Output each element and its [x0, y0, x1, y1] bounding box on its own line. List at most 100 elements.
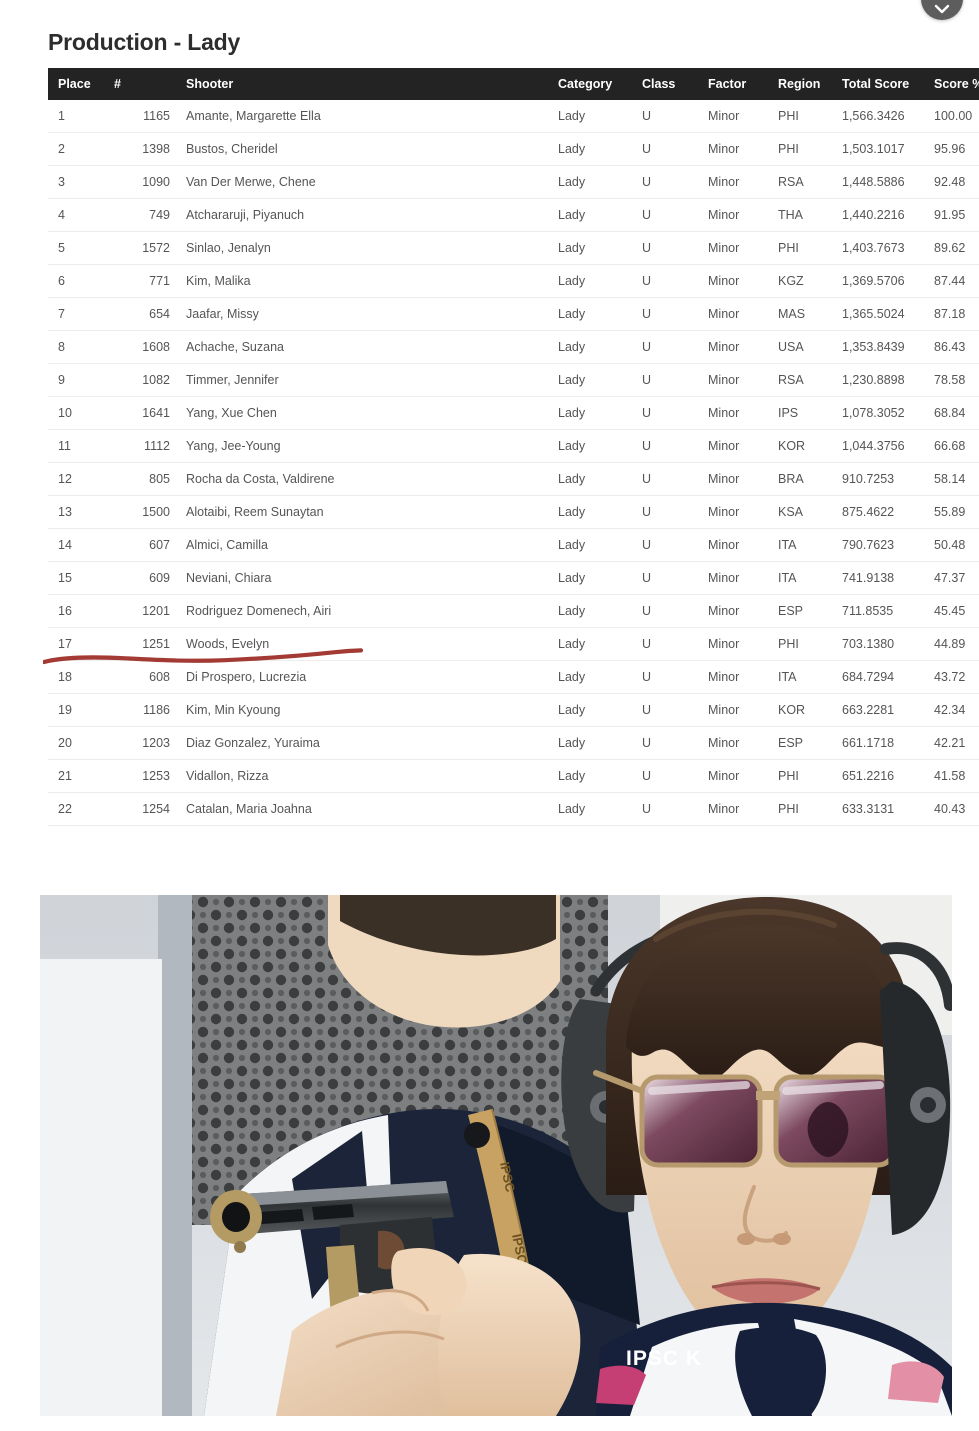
cell-score-pct: 47.37 — [934, 561, 979, 595]
cell-total-score: 1,440.2216 — [842, 198, 934, 232]
column-header-number[interactable]: # — [110, 68, 178, 100]
cell-shooter: Kim, Malika — [178, 264, 558, 298]
table-row[interactable]: 2 1398 Bustos, Cheridel Lady U Minor PHI 1,503.… — [48, 132, 979, 166]
cell-shooter: Bustos, Cheridel — [178, 132, 558, 166]
cell-score-pct: 66.68 — [934, 429, 979, 463]
cell-region: PHI — [778, 132, 842, 166]
cell-factor: Minor — [708, 231, 778, 265]
cell-score-pct: 43.72 — [934, 660, 979, 694]
table-row[interactable]: 6 771 Kim, Malika Lady U Minor KGZ 1,369.5706 87… — [48, 264, 979, 298]
cell-region: RSA — [778, 165, 842, 199]
cell-factor: Minor — [708, 693, 778, 727]
cell-factor: Minor — [708, 726, 778, 760]
table-row[interactable]: 22 1254 Catalan, Maria Joahna Lady U Minor PHI… — [48, 792, 979, 826]
table-row[interactable]: 15 609 Neviani, Chiara Lady U Minor ITA 741.913… — [48, 561, 979, 595]
cell-class: U — [642, 627, 708, 661]
table-row[interactable]: 9 1082 Timmer, Jennifer Lady U Minor RSA 1,230.… — [48, 363, 979, 397]
cell-region: KOR — [778, 693, 842, 727]
cell-place: 10 — [48, 396, 110, 430]
cell-factor: Minor — [708, 462, 778, 496]
shooter-photo: IPSC IPSC IPSC K — [40, 895, 952, 1416]
cell-category: Lady — [558, 561, 642, 595]
cell-place: 8 — [48, 330, 110, 364]
cell-shooter: Van Der Merwe, Chene — [178, 165, 558, 199]
cell-category: Lady — [558, 693, 642, 727]
column-header-class[interactable]: Class — [642, 68, 708, 100]
cell-factor: Minor — [708, 660, 778, 694]
cell-score-pct: 78.58 — [934, 363, 979, 397]
table-row[interactable]: 10 1641 Yang, Xue Chen Lady U Minor IPS 1,078.3… — [48, 396, 979, 430]
column-header-place[interactable]: Place — [48, 68, 110, 100]
cell-category: Lady — [558, 132, 642, 166]
cell-total-score: 1,503.1017 — [842, 132, 934, 166]
cell-total-score: 1,078.3052 — [842, 396, 934, 430]
table-row[interactable]: 3 1090 Van Der Merwe, Chene Lady U Minor RSA 1,… — [48, 165, 979, 199]
cell-number: 1251 — [110, 627, 178, 661]
cell-number: 1641 — [110, 396, 178, 430]
cell-region: KGZ — [778, 264, 842, 298]
cell-number: 1186 — [110, 693, 178, 727]
table-row[interactable]: 11 1112 Yang, Jee-Young Lady U Minor KOR 1,044.… — [48, 429, 979, 463]
table-row[interactable]: 5 1572 Sinlao, Jenalyn Lady U Minor PHI 1,403.7… — [48, 231, 979, 265]
cell-score-pct: 68.84 — [934, 396, 979, 430]
cell-class: U — [642, 561, 708, 595]
cell-score-pct: 86.43 — [934, 330, 979, 364]
cell-factor: Minor — [708, 100, 778, 133]
column-header-factor[interactable]: Factor — [708, 68, 778, 100]
table-row[interactable]: 4 749 Atchararuji, Piyanuch Lady U Minor THA 1,… — [48, 198, 979, 232]
cell-total-score: 663.2281 — [842, 693, 934, 727]
cell-class: U — [642, 429, 708, 463]
table-row[interactable]: 7 654 Jaafar, Missy Lady U Minor MAS 1,365.5024… — [48, 297, 979, 331]
table-row[interactable]: 18 608 Di Prospero, Lucrezia Lady U Minor ITA 6… — [48, 660, 979, 694]
cell-place: 22 — [48, 792, 110, 826]
cell-category: Lady — [558, 264, 642, 298]
cell-number: 1253 — [110, 759, 178, 793]
cell-category: Lady — [558, 429, 642, 463]
cell-number: 1500 — [110, 495, 178, 529]
cell-score-pct: 40.43 — [934, 792, 979, 826]
cell-number: 609 — [110, 561, 178, 595]
column-header-total-score[interactable]: Total Score — [842, 68, 934, 100]
cell-total-score: 1,403.7673 — [842, 231, 934, 265]
cell-total-score: 790.7623 — [842, 528, 934, 562]
cell-number: 607 — [110, 528, 178, 562]
table-row[interactable]: 12 805 Rocha da Costa, Valdirene Lady U Minor… — [48, 462, 979, 496]
table-row[interactable]: 1 1165 Amante, Margarette Ella Lady U Minor PH… — [48, 100, 979, 133]
cell-total-score: 711.8535 — [842, 594, 934, 628]
cell-shooter: Jaafar, Missy — [178, 297, 558, 331]
cell-region: RSA — [778, 363, 842, 397]
cell-number: 749 — [110, 198, 178, 232]
scroll-down-button[interactable] — [921, 0, 963, 20]
table-row[interactable]: 16 1201 Rodriguez Domenech, Airi Lady U Minor… — [48, 594, 979, 628]
table-row[interactable]: 17 1251 Woods, Evelyn Lady U Minor PHI 703.1380… — [48, 627, 979, 661]
cell-category: Lady — [558, 528, 642, 562]
cell-category: Lady — [558, 792, 642, 826]
cell-class: U — [642, 495, 708, 529]
table-row[interactable]: 14 607 Almici, Camilla Lady U Minor ITA 790.762… — [48, 528, 979, 562]
cell-shooter: Catalan, Maria Joahna — [178, 792, 558, 826]
chevron-down-icon — [934, 4, 950, 14]
cell-number: 805 — [110, 462, 178, 496]
cell-shooter: Sinlao, Jenalyn — [178, 231, 558, 265]
cell-category: Lady — [558, 165, 642, 199]
table-row[interactable]: 19 1186 Kim, Min Kyoung Lady U Minor KOR 663.22… — [48, 693, 979, 727]
column-header-category[interactable]: Category — [558, 68, 642, 100]
cell-factor: Minor — [708, 627, 778, 661]
column-header-score-pct[interactable]: Score % — [934, 68, 979, 100]
column-header-shooter[interactable]: Shooter — [178, 68, 558, 100]
cell-place: 21 — [48, 759, 110, 793]
column-header-region[interactable]: Region — [778, 68, 842, 100]
cell-place: 9 — [48, 363, 110, 397]
cell-category: Lady — [558, 594, 642, 628]
svg-text:IPSC K: IPSC K — [626, 1347, 702, 1370]
table-row[interactable]: 13 1500 Alotaibi, Reem Sunaytan Lady U Minor K… — [48, 495, 979, 529]
cell-score-pct: 58.14 — [934, 462, 979, 496]
cell-score-pct: 87.18 — [934, 297, 979, 331]
table-row[interactable]: 8 1608 Achache, Suzana Lady U Minor USA 1,353.8… — [48, 330, 979, 364]
results-table: Place # Shooter Category Class Factor Re… — [48, 68, 979, 826]
cell-score-pct: 92.48 — [934, 165, 979, 199]
cell-class: U — [642, 660, 708, 694]
table-row[interactable]: 21 1253 Vidallon, Rizza Lady U Minor PHI 651.22… — [48, 759, 979, 793]
table-row[interactable]: 20 1203 Diaz Gonzalez, Yuraima Lady U Minor ES… — [48, 726, 979, 760]
cell-factor: Minor — [708, 528, 778, 562]
